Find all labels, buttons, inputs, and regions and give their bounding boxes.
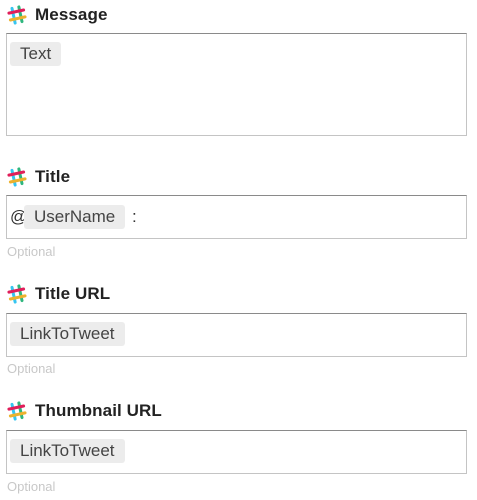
thumbnail-url-label-row: Thumbnail URL [7, 399, 162, 423]
title-input[interactable]: @ UserName : [6, 195, 467, 239]
thumbnail-url-label: Thumbnail URL [35, 401, 162, 420]
title-optional-hint: Optional [7, 244, 56, 259]
colon-suffix: : [132, 207, 137, 226]
link-to-tweet-token[interactable]: LinkToTweet [10, 439, 125, 463]
slack-icon [7, 401, 27, 421]
username-token[interactable]: UserName [24, 205, 126, 229]
slack-icon [7, 5, 27, 25]
title-url-optional-hint: Optional [7, 361, 56, 376]
link-to-tweet-token[interactable]: LinkToTweet [10, 322, 125, 346]
title-url-input[interactable]: LinkToTweet [6, 313, 467, 357]
message-input[interactable]: Text [6, 33, 467, 136]
thumbnail-url-input[interactable]: LinkToTweet [6, 430, 467, 474]
title-label: Title [35, 167, 71, 186]
thumbnail-url-optional-hint: Optional [7, 479, 56, 494]
message-label-row: Message [7, 3, 108, 27]
title-url-label: Title URL [35, 284, 111, 303]
title-url-label-row: Title URL [7, 282, 110, 306]
title-label-row: Title [7, 165, 70, 189]
text-token[interactable]: Text [10, 42, 62, 66]
slack-icon [7, 284, 27, 304]
message-label: Message [35, 5, 108, 24]
slack-icon [7, 167, 27, 187]
